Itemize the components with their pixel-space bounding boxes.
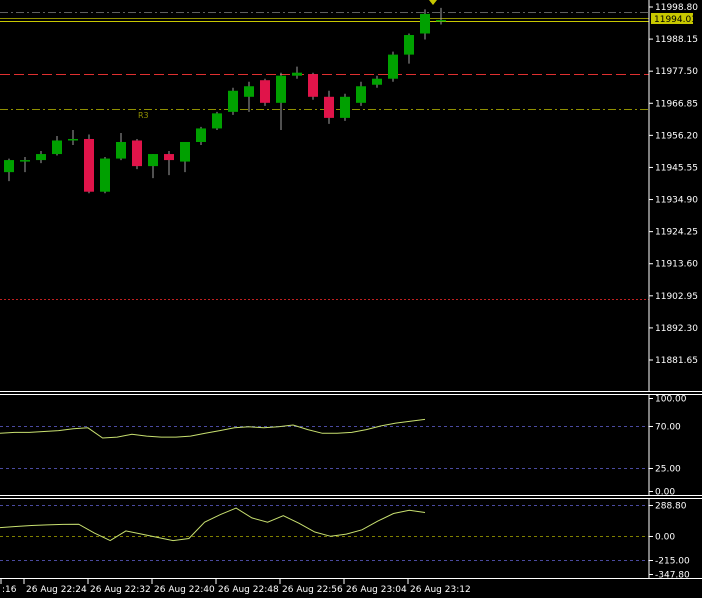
candle xyxy=(148,154,158,179)
time-tick-label: :16 xyxy=(2,585,17,595)
time-tick-label: 26 Aug 22:40 xyxy=(154,585,215,595)
candle-body xyxy=(308,74,318,97)
indicator-pane-1[interactable]: 100.00 70.00 25.00 0.00 xyxy=(0,395,687,498)
candle-body xyxy=(356,86,366,103)
indicator-tick-label: 100.00 xyxy=(655,395,687,405)
indicator-tick-label: 70.00 xyxy=(655,423,681,433)
candle-body xyxy=(164,154,174,161)
candle-body xyxy=(244,86,254,97)
price-tick-label: 11977.50 xyxy=(655,67,698,77)
trading-chart[interactable]: R3 11998.80 11988.15 11977.50 11966.85 11956… xyxy=(0,0,702,598)
candle xyxy=(260,78,270,106)
candle-body xyxy=(196,128,206,142)
price-tick-label: 11998.80 xyxy=(655,3,698,13)
indicator-1-axis: 100.00 70.00 25.00 0.00 xyxy=(649,395,687,498)
price-tick-label: 11966.85 xyxy=(655,99,698,109)
candle xyxy=(356,81,366,106)
r3-label: R3 xyxy=(138,111,149,120)
candle-body xyxy=(148,154,158,167)
candle xyxy=(292,66,302,79)
indicator-tick-label: 0.00 xyxy=(655,488,675,498)
candle xyxy=(388,51,398,82)
candle xyxy=(244,81,254,112)
candle xyxy=(180,141,190,173)
indicator-tick-label: -215.00 xyxy=(655,557,690,567)
candle-body xyxy=(212,113,222,129)
candle-body xyxy=(84,138,94,192)
price-tick-label: 11988.15 xyxy=(655,35,698,45)
candle xyxy=(308,72,318,100)
candle-body xyxy=(276,75,286,103)
indicator-tick-label: 25.00 xyxy=(655,465,681,475)
candle-body xyxy=(372,78,382,85)
price-tick-label: 11913.60 xyxy=(655,260,698,270)
candle-body xyxy=(228,90,238,112)
candle-body xyxy=(260,80,270,103)
candle-body xyxy=(420,13,430,34)
candle-body xyxy=(4,160,14,173)
candle xyxy=(52,135,62,156)
candle-body xyxy=(36,154,46,161)
candle xyxy=(68,129,78,146)
candle xyxy=(36,151,46,164)
candle-body xyxy=(388,54,398,79)
price-tick-label: 11892.30 xyxy=(655,324,698,334)
current-bar-marker xyxy=(429,0,437,5)
candle-body xyxy=(100,158,110,192)
time-tick-label: 26 Aug 22:24 xyxy=(26,585,87,595)
indicator-2-axis: 288.80 0.00 -215.00 -347.80 xyxy=(649,502,690,581)
indicator-pane-2[interactable]: 288.80 0.00 -215.00 -347.80 xyxy=(0,499,690,581)
price-tick-label: 11956.20 xyxy=(655,131,698,141)
candle-body xyxy=(292,72,302,76)
candle-body xyxy=(20,160,30,162)
price-tick-label: 11924.25 xyxy=(655,228,698,238)
candles xyxy=(4,7,446,194)
candle-body xyxy=(436,19,446,22)
candle-body xyxy=(132,140,142,167)
candle xyxy=(20,157,30,173)
price-levels xyxy=(0,12,649,300)
candle xyxy=(404,33,414,64)
candle xyxy=(228,87,238,115)
time-axis: :16 26 Aug 22:24 26 Aug 22:32 26 Aug 22:40 2… xyxy=(0,579,471,595)
price-tick-label: 11902.95 xyxy=(655,292,698,302)
price-tick-label: 11945.55 xyxy=(655,163,698,173)
candle xyxy=(324,90,334,124)
candle-body xyxy=(404,35,414,55)
candle-body xyxy=(52,140,62,155)
time-tick-label: 26 Aug 22:48 xyxy=(218,585,279,595)
candle xyxy=(100,157,110,194)
candle xyxy=(84,134,94,194)
indicator-2-line xyxy=(0,507,426,542)
time-tick-label: 26 Aug 22:32 xyxy=(90,585,151,595)
time-tick-label: 26 Aug 22:56 xyxy=(282,585,343,595)
candle-body xyxy=(324,96,334,118)
candle xyxy=(276,72,286,130)
candle-body xyxy=(340,96,350,118)
price-pane[interactable]: R3 xyxy=(0,0,649,300)
time-tick-label: 26 Aug 23:12 xyxy=(410,585,471,595)
candle xyxy=(372,75,382,88)
candle xyxy=(132,138,142,170)
current-price-text: 11994.03 xyxy=(654,15,697,25)
candle xyxy=(164,151,174,176)
candle-body xyxy=(180,141,190,162)
candle-body xyxy=(68,138,78,141)
indicator-1-line xyxy=(0,418,426,439)
price-axis: 11998.80 11988.15 11977.50 11966.85 11956.20… xyxy=(648,0,698,391)
price-tick-label: 11934.90 xyxy=(655,196,698,206)
time-tick-label: 26 Aug 23:04 xyxy=(346,585,407,595)
indicator-tick-label: -347.80 xyxy=(655,571,690,581)
indicator-tick-label: 0.00 xyxy=(655,533,675,543)
candle xyxy=(340,93,350,121)
candle xyxy=(420,9,430,40)
price-tick-label: 11881.65 xyxy=(655,356,698,366)
candle xyxy=(212,111,222,130)
candle xyxy=(116,132,126,161)
candle xyxy=(196,126,206,146)
indicator-tick-label: 288.80 xyxy=(655,502,687,512)
candle xyxy=(4,158,14,182)
candle-body xyxy=(116,141,126,159)
